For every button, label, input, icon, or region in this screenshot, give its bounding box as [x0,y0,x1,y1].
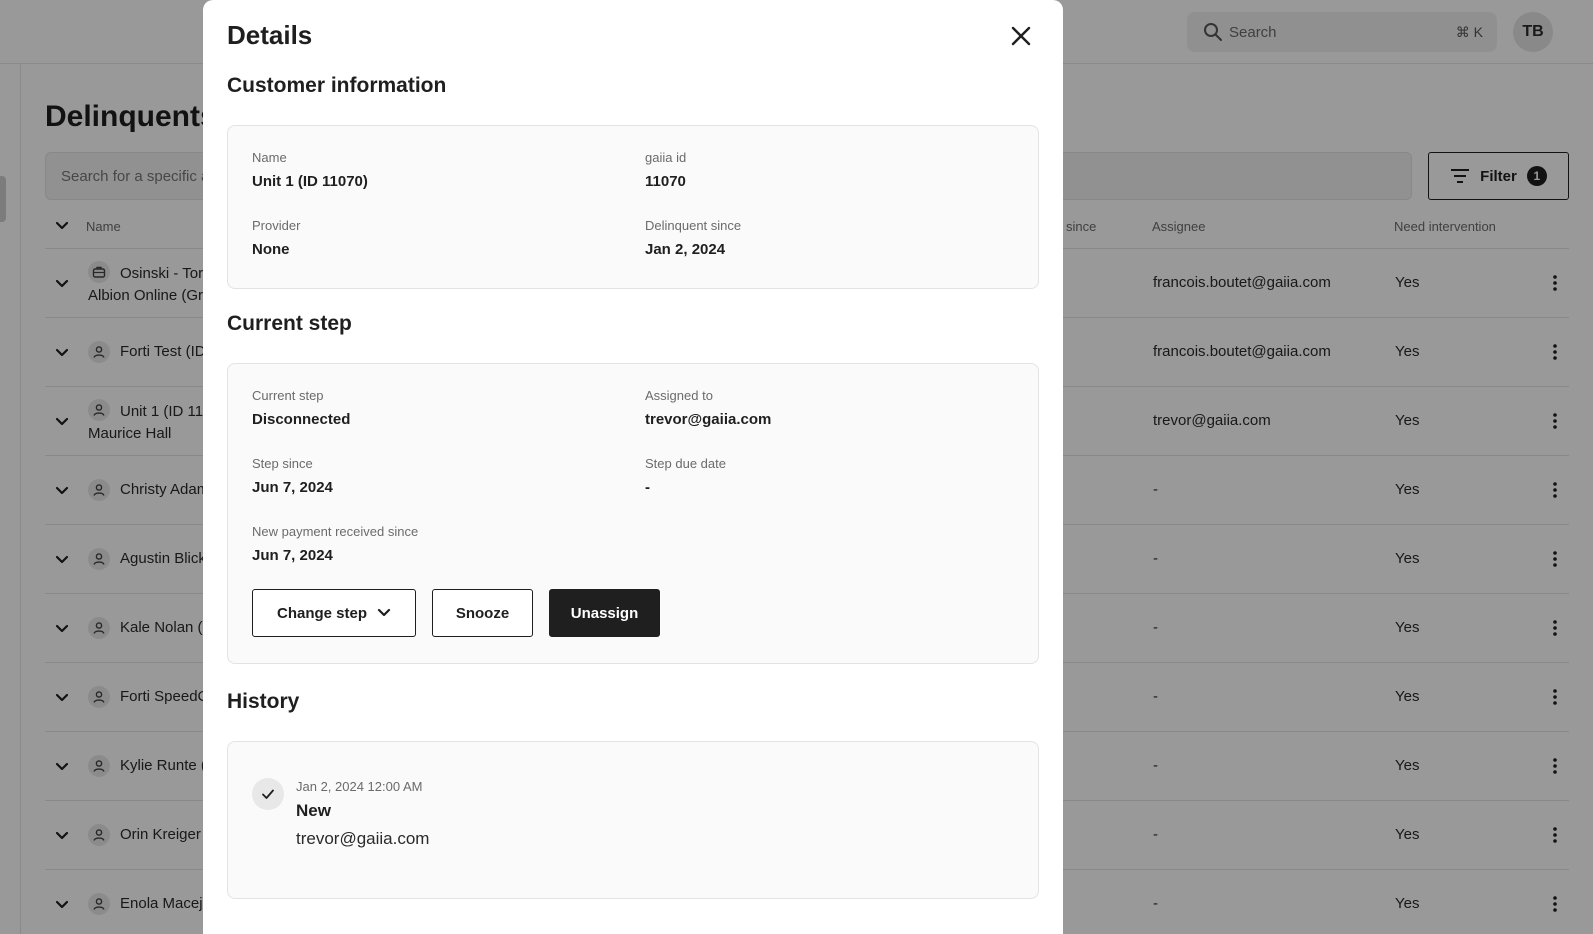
customer-name-value: Unit 1 (ID 11070) [252,173,368,190]
snooze-label: Snooze [455,604,510,622]
delinquent-since-field: Delinquent since Jan 2, 2024 [645,218,741,258]
history-entry-date: Jan 2, 2024 12:00 AM [296,779,423,794]
change-step-label: Change step [276,604,367,622]
delinquent-since-value: Jan 2, 2024 [645,241,726,258]
customer-info-card: Name Unit 1 (ID 11070) gaiia id 11070 Pr… [227,125,1039,289]
assigned-to-label: Assigned to [645,388,713,403]
assigned-to-field: Assigned to trevor@gaiia.com [645,388,771,428]
payment-received-field: New payment received since Jun 7, 2024 [252,524,418,564]
current-step-heading: Current step [227,312,352,335]
chevron-down-icon [377,608,391,617]
unassign-label: Unassign [570,604,639,622]
snooze-button[interactable]: Snooze [432,589,533,637]
gaiia-id-label: gaiia id [645,150,687,165]
modal-title: Details [227,20,313,50]
step-due-date-field: Step due date - [645,456,726,496]
history-entry-user: trevor@gaiia.com [296,829,430,848]
customer-info-heading: Customer information [227,74,447,97]
step-since-field: Step since Jun 7, 2024 [252,456,333,496]
current-step-value: Disconnected [252,411,351,428]
delinquent-since-label: Delinquent since [645,218,742,233]
gaiia-id-value: 11070 [645,173,686,190]
gaiia-id-field: gaiia id 11070 [645,150,686,190]
provider-label: Provider [252,218,301,233]
history-entry-status: New [296,801,331,820]
step-since-value: Jun 7, 2024 [252,479,333,496]
provider-value: None [252,241,290,258]
unassign-button[interactable]: Unassign [549,589,660,637]
history-card: Jan 2, 2024 12:00 AM New trevor@gaiia.co… [227,741,1039,899]
provider-field: Provider None [252,218,300,258]
payment-received-value: Jun 7, 2024 [252,547,333,564]
payment-received-label: New payment received since [252,524,419,539]
current-step-field: Current step Disconnected [252,388,350,428]
step-due-date-label: Step due date [645,456,726,471]
current-step-label: Current step [252,388,324,403]
customer-name-label: Name [252,150,287,165]
change-step-button[interactable]: Change step [252,589,416,637]
details-modal: Details Customer information Name Unit 1… [203,0,1063,934]
customer-name-field: Name Unit 1 (ID 11070) [252,150,368,190]
close-icon[interactable] [1009,24,1033,48]
step-due-date-value: - [645,479,650,496]
assigned-to-value: trevor@gaiia.com [645,411,772,428]
current-step-card: Current step Disconnected Assigned to tr… [227,363,1039,664]
history-heading: History [227,690,300,713]
step-since-label: Step since [252,456,313,471]
check-icon [252,778,284,810]
